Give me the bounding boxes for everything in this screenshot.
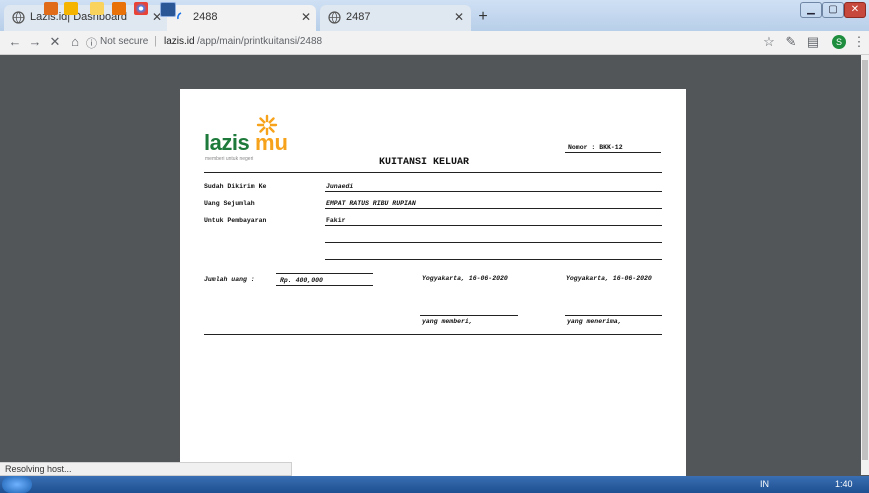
close-icon[interactable]: ✕ [301, 10, 311, 24]
logo-main-text: lazis [204, 130, 250, 155]
divider [204, 334, 662, 335]
field-value: EMPAT RATUS RIBU RUPIAN [326, 200, 416, 207]
firefox-icon[interactable] [44, 2, 58, 15]
date-right: Yogyakarta, 16-06-2020 [566, 275, 652, 282]
url-host: lazis.id [164, 36, 195, 47]
globe-icon [328, 11, 341, 24]
info-icon[interactable]: ⓘ [86, 35, 97, 51]
date-left: Yogyakarta, 16-06-2020 [422, 275, 508, 282]
lazismu-logo: lazis mu memberi untuk negeri [204, 114, 288, 162]
field-underline [325, 242, 662, 243]
signer-left: yang memberi, [422, 318, 473, 325]
amount-box-top [276, 273, 373, 274]
new-tab-button[interactable]: + [474, 8, 492, 26]
receipt-number: Nomor : BKK-12 [568, 144, 623, 151]
field-label: Uang Sejumlah [204, 200, 255, 207]
amount-box-bottom [276, 285, 373, 286]
avatar[interactable]: S [832, 35, 846, 49]
globe-icon [12, 11, 25, 24]
menu-icon[interactable]: ⋮ [850, 33, 868, 51]
tab-2488[interactable]: 2488 ✕ [167, 5, 316, 31]
field-label: Untuk Pembayaran [204, 217, 267, 224]
amount-label: Jumlah uang : [204, 276, 255, 283]
address-bar[interactable]: ⓘ Not secure | lazis.id /app/main/printk… [86, 31, 786, 54]
language-indicator[interactable]: IN [760, 479, 769, 489]
reader-icon[interactable]: ▤ [804, 33, 822, 51]
signature-line-left [420, 315, 518, 316]
home-icon[interactable]: ⌂ [66, 33, 84, 51]
close-icon[interactable]: ✕ [454, 10, 464, 24]
logo-tagline: memberi untuk negeri [205, 156, 254, 162]
receipt-title: KUITANSI KELUAR [379, 157, 470, 168]
field-underline [325, 225, 662, 226]
extension-icon[interactable]: ✎ [782, 33, 800, 51]
minimize-button[interactable]: ▁ [800, 2, 822, 18]
clock[interactable]: 1:40 [835, 479, 853, 489]
chrome-icon[interactable] [134, 2, 148, 15]
close-window-button[interactable]: ✕ [844, 2, 866, 18]
field-underline [325, 208, 662, 209]
back-icon[interactable]: ← [6, 33, 24, 51]
tab-title: 2488 [193, 11, 218, 23]
scrollbar-thumb[interactable] [862, 60, 868, 460]
maximize-button[interactable]: ▢ [822, 2, 844, 18]
star-icon[interactable]: ☆ [760, 33, 778, 51]
divider [565, 152, 661, 153]
loading-icon [177, 12, 182, 20]
tab-title: 2487 [346, 11, 371, 23]
divider [204, 172, 662, 173]
start-button[interactable] [2, 476, 32, 493]
media-icon[interactable] [64, 2, 78, 15]
security-label: Not secure [100, 36, 149, 47]
logo-accent-text: mu [255, 130, 288, 155]
tab-2487[interactable]: 2487 ✕ [320, 5, 471, 31]
receipt-page: lazis mu memberi untuk negeri Nomor : BK… [180, 89, 686, 479]
amount-value: Rp. 400,000 [280, 277, 323, 284]
signer-right: yang menerima, [567, 318, 622, 325]
field-value: Junaedi [326, 183, 354, 190]
field-value: Fakir [326, 217, 346, 224]
status-bar: Resolving host... [0, 462, 292, 476]
field-underline [325, 191, 662, 192]
forward-icon[interactable]: → [26, 33, 44, 51]
field-underline [325, 259, 662, 260]
taskbar [0, 476, 869, 493]
signature-line-right [565, 315, 662, 316]
player-icon[interactable] [112, 2, 126, 15]
word-icon[interactable] [160, 2, 176, 17]
folder-icon[interactable] [90, 2, 104, 15]
url-separator: | [154, 35, 157, 47]
url-path: /app/main/printkuitansi/2488 [197, 36, 323, 47]
stop-icon[interactable]: ✕ [46, 33, 64, 51]
field-label: Sudah Dikirim Ke [204, 183, 267, 190]
